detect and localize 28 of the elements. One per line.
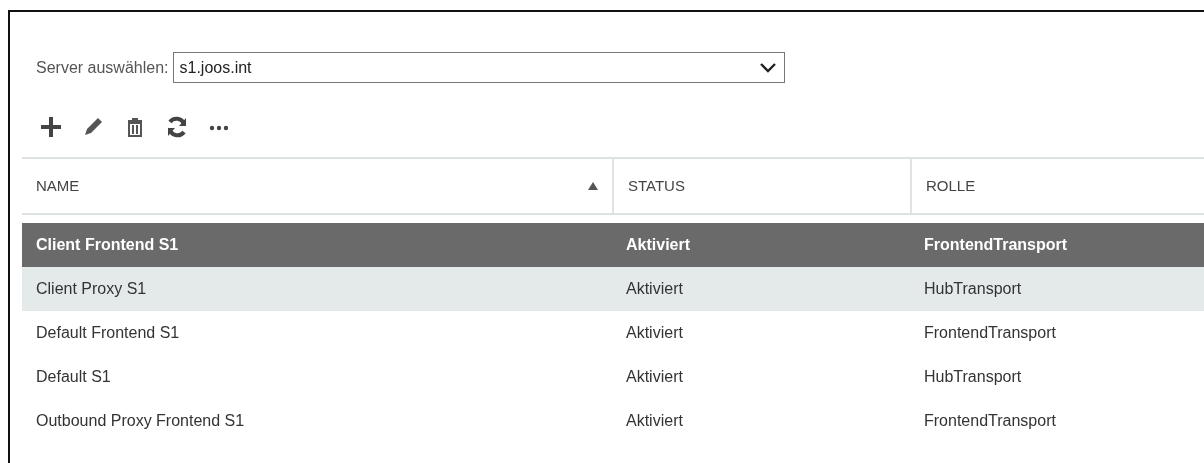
table-cell-text: HubTransport — [923, 367, 1023, 387]
table-cell-text: Client Frontend S1 — [35, 235, 180, 255]
table-row[interactable]: Client Frontend S1 Aktiviert FrontendTransport — [22, 223, 1204, 267]
sort-ascending-icon — [588, 182, 598, 190]
table-cell-text: FrontendTransport — [923, 411, 1057, 431]
plus-icon[interactable] — [38, 114, 64, 140]
column-header[interactable]: STATUS — [612, 159, 910, 213]
table-cell-text: FrontendTransport — [923, 323, 1057, 343]
field-label: Server auswählen: — [36, 57, 169, 78]
table-cell-text: Aktiviert — [625, 235, 692, 255]
table-cell-text: Aktiviert — [625, 323, 684, 343]
table-cell-text: Aktiviert — [625, 279, 684, 299]
table-cell-text: Aktiviert — [625, 411, 684, 431]
table-cell-text: Outbound Proxy Frontend S1 — [35, 411, 246, 431]
column-header[interactable]: NAME — [22, 159, 612, 213]
server-dropdown[interactable]: s1.joos.int — [172, 52, 785, 83]
table-cell-text: FrontendTransport — [923, 235, 1069, 255]
table-cell-text: Default Frontend S1 — [35, 323, 181, 343]
column-header[interactable]: ROLLE — [910, 159, 1204, 213]
table-cell-text: Default S1 — [35, 367, 112, 387]
table-row[interactable]: Default Frontend S1 Aktiviert FrontendTransport — [22, 311, 1204, 355]
table-row[interactable]: Outbound Proxy Frontend S1 Aktiviert FrontendTransport — [22, 399, 1204, 443]
table-row[interactable]: Default S1 Aktiviert HubTransport — [22, 355, 1204, 399]
table-row[interactable]: Client Proxy S1 Aktiviert HubTransport — [22, 267, 1204, 311]
table-cell-text: HubTransport — [923, 279, 1023, 299]
table-cell-text: Client Proxy S1 — [35, 279, 148, 299]
table-cell-text: Aktiviert — [625, 367, 684, 387]
chevron-down-icon — [759, 62, 776, 73]
